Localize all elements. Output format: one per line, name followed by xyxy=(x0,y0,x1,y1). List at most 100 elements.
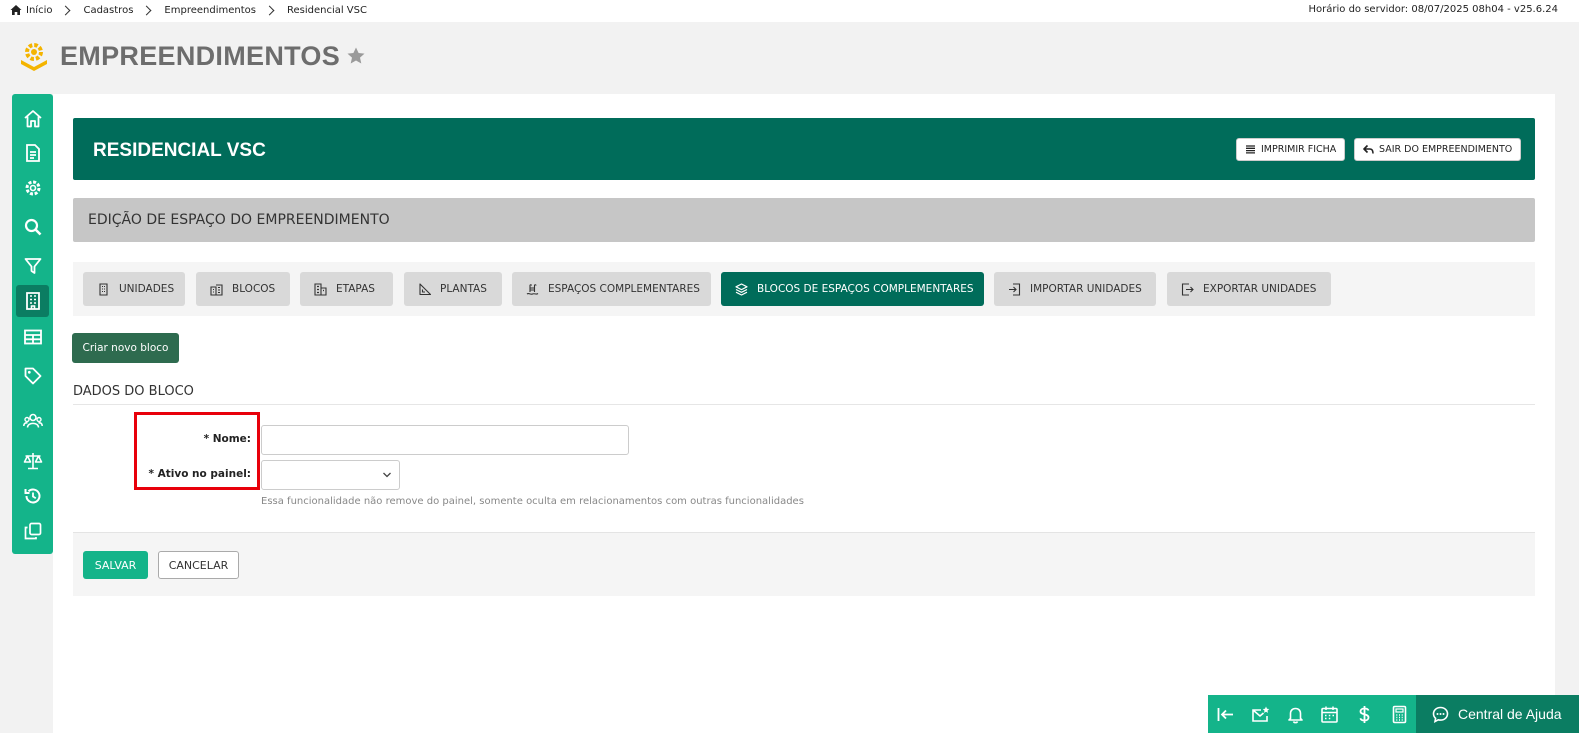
tab-label: ESPAÇOS COMPLEMENTARES xyxy=(548,283,700,295)
gear-icon xyxy=(25,180,40,196)
page-header: EMPREENDIMENTOS xyxy=(18,40,366,72)
breadcrumb-item-empreendimentos[interactable]: Empreendimentos xyxy=(164,5,256,16)
sidebar-item-filter[interactable] xyxy=(12,249,53,283)
tag-icon xyxy=(24,367,41,385)
favorite-star-icon[interactable] xyxy=(346,46,366,66)
print-sheet-label: IMPRIMIR FICHA xyxy=(1261,144,1337,155)
tab-importar-unidades[interactable]: IMPORTAR UNIDADES xyxy=(994,272,1156,306)
exit-project-label: SAIR DO EMPREENDIMENTO xyxy=(1379,144,1513,155)
building-icon xyxy=(99,282,108,296)
calculator-icon xyxy=(1392,705,1406,723)
sidebar-item-tags[interactable] xyxy=(12,359,53,393)
chevron-right-icon xyxy=(141,5,152,15)
page-title: EMPREENDIMENTOS xyxy=(60,40,341,71)
sidebar-item-users[interactable] xyxy=(12,404,53,438)
tab-blocos[interactable]: BLOCOS xyxy=(196,272,290,306)
list-icon xyxy=(1246,145,1255,154)
active-panel-select[interactable] xyxy=(261,460,400,490)
form-actions: SALVAR CANCELAR xyxy=(73,532,1535,596)
bell-icon xyxy=(1287,707,1303,723)
document-icon xyxy=(25,144,40,162)
save-button[interactable]: SALVAR xyxy=(83,551,148,579)
cancel-button[interactable]: CANCELAR xyxy=(158,551,239,579)
calendar-button[interactable] xyxy=(1312,695,1346,733)
sidebar xyxy=(12,94,53,554)
reply-arrow-icon xyxy=(1363,144,1374,154)
highlight-box xyxy=(134,412,260,490)
messages-button[interactable] xyxy=(1243,695,1277,733)
divider xyxy=(73,404,1535,405)
tab-label: ETAPAS xyxy=(336,283,375,295)
search-icon xyxy=(24,218,41,236)
help-center-label: Central de Ajuda xyxy=(1458,706,1562,722)
sidebar-item-buildings[interactable] xyxy=(12,284,53,318)
mail-star-icon xyxy=(1251,706,1269,722)
blocks-icon xyxy=(210,283,223,296)
section-header: EDIÇÃO DE ESPAÇO DO EMPREENDIMENTO xyxy=(73,198,1535,242)
building-icon xyxy=(25,292,40,310)
section-header-text: EDIÇÃO DE ESPAÇO DO EMPREENDIMENTO xyxy=(88,212,390,228)
breadcrumb-item-cadastros[interactable]: Cadastros xyxy=(83,5,133,16)
create-block-button[interactable]: Criar novo bloco xyxy=(72,333,179,363)
tab-etapas[interactable]: ETAPAS xyxy=(300,272,393,306)
help-center-button[interactable]: Central de Ajuda xyxy=(1416,695,1579,733)
pool-icon xyxy=(526,283,539,295)
sidebar-item-legal[interactable] xyxy=(12,444,53,478)
sidebar-item-settings[interactable] xyxy=(12,171,53,205)
tab-espacos-complementares[interactable]: ESPAÇOS COMPLEMENTARES xyxy=(512,272,711,306)
building-gear-logo-icon xyxy=(21,43,47,71)
export-icon xyxy=(1181,282,1194,296)
calendar-icon xyxy=(1320,706,1338,723)
financial-button[interactable] xyxy=(1347,695,1381,733)
tab-plantas[interactable]: PLANTAS xyxy=(404,272,502,306)
tab-label: UNIDADES xyxy=(119,283,175,295)
history-icon xyxy=(24,488,40,504)
project-banner: RESIDENCIAL VSC IMPRIMIR FICHA SAIR DO E… xyxy=(73,118,1535,180)
project-title: RESIDENCIAL VSC xyxy=(93,140,266,161)
tab-blocos-espacos-complementares[interactable]: BLOCOS DE ESPAÇOS COMPLEMENTARES xyxy=(721,272,984,306)
content-panel: RESIDENCIAL VSC IMPRIMIR FICHA SAIR DO E… xyxy=(53,94,1555,733)
home-icon[interactable] xyxy=(10,4,22,16)
breadcrumb-item-inicio[interactable]: Início xyxy=(26,5,52,16)
layers-icon xyxy=(735,282,748,296)
home-icon xyxy=(23,110,42,128)
sidebar-item-documents[interactable] xyxy=(12,136,53,170)
users-icon xyxy=(22,413,43,428)
tab-label: IMPORTAR UNIDADES xyxy=(1030,283,1142,295)
tab-label: BLOCOS DE ESPAÇOS COMPLEMENTARES xyxy=(757,283,974,295)
chevron-right-icon xyxy=(264,5,275,15)
sidebar-item-home[interactable] xyxy=(12,102,53,136)
sidebar-item-copy[interactable] xyxy=(12,514,53,548)
chat-bubble-icon xyxy=(1432,706,1449,723)
dollar-icon xyxy=(1358,705,1369,723)
sidebar-item-search[interactable] xyxy=(12,210,53,244)
tabs-bar: UNIDADES BLOCOS ETAPAS PLANTAS ESPAÇOS C… xyxy=(73,262,1535,316)
notifications-button[interactable] xyxy=(1278,695,1312,733)
import-icon xyxy=(1009,282,1021,296)
exit-project-button[interactable]: SAIR DO EMPREENDIMENTO xyxy=(1354,138,1522,161)
chevron-down-icon xyxy=(383,472,391,478)
print-sheet-button[interactable]: IMPRIMIR FICHA xyxy=(1236,138,1346,161)
server-time: Horário do servidor: 08/07/2025 08h04 - … xyxy=(1308,4,1558,15)
breadcrumb: Início Cadastros Empreendimentos Residen… xyxy=(10,4,367,16)
tab-unidades[interactable]: UNIDADES xyxy=(83,272,185,306)
filter-icon xyxy=(24,258,41,274)
sidebar-item-table[interactable] xyxy=(12,320,53,354)
form-section-title: DADOS DO BLOCO xyxy=(73,384,194,399)
tab-label: EXPORTAR UNIDADES xyxy=(1203,283,1317,295)
name-input[interactable] xyxy=(261,425,629,455)
copy-icon xyxy=(24,522,41,540)
tab-exportar-unidades[interactable]: EXPORTAR UNIDADES xyxy=(1167,272,1331,306)
calculator-button[interactable] xyxy=(1382,695,1416,733)
tab-label: PLANTAS xyxy=(440,283,487,295)
tab-label: BLOCOS xyxy=(232,283,276,295)
top-bar: Início Cadastros Empreendimentos Residen… xyxy=(0,0,1579,22)
active-panel-hint: Essa funcionalidade não remove do painel… xyxy=(261,496,804,507)
scale-icon xyxy=(23,453,42,470)
breadcrumb-item-current: Residencial VSC xyxy=(286,4,367,16)
collapse-left-icon xyxy=(1217,707,1233,721)
sidebar-item-history[interactable] xyxy=(12,479,53,513)
collapse-dock-button[interactable] xyxy=(1208,695,1242,733)
chevron-right-icon xyxy=(61,5,71,15)
stages-icon xyxy=(314,282,327,296)
